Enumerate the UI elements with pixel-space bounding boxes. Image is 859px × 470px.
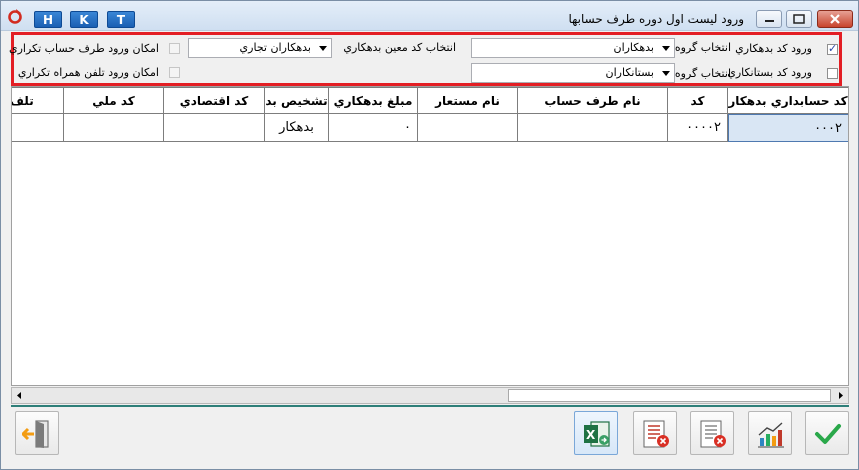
maximize-button[interactable] — [786, 10, 812, 28]
maximize-icon — [793, 14, 805, 24]
filter-panel: ورود کد بدهکاري ورود کد بستانکاري انتخاب… — [8, 32, 842, 86]
specific-code-select[interactable]: بدهکاران تجاري — [188, 38, 332, 58]
column-header-code[interactable]: کد — [668, 87, 728, 114]
excel-icon: X — [584, 421, 610, 447]
cell-debit-amount[interactable]: ۰ — [329, 114, 418, 142]
exit-icon — [22, 420, 49, 448]
bar-chart-icon — [758, 422, 784, 448]
delete-list-icon — [700, 420, 726, 448]
chart-button[interactable] — [748, 411, 792, 455]
scrollbar-thumb[interactable] — [508, 389, 831, 402]
column-header-alias[interactable]: نام مستعار — [418, 87, 518, 114]
group-label-2: انتخاب گروه — [674, 67, 731, 80]
cell-national-code[interactable] — [64, 114, 164, 142]
data-grid[interactable]: کد حسابداري بدهکار کد نام طرف حساب نام م… — [11, 86, 849, 386]
close-icon — [830, 14, 840, 24]
column-header-national-code[interactable]: کد ملي — [64, 87, 164, 114]
chevron-down-icon — [662, 71, 670, 76]
group-select-2[interactable]: بستانکاران — [471, 63, 675, 83]
check-icon — [815, 424, 841, 444]
window-title: ورود ليست اول دوره طرف حسابها — [568, 12, 744, 26]
group-select-1[interactable]: بدهکاران — [471, 38, 675, 58]
app-logo-icon — [8, 9, 22, 24]
creditor-code-label: ورود کد بستانکاري — [727, 66, 812, 79]
delete-list-button-2[interactable] — [690, 411, 734, 455]
column-header-account-name[interactable]: نام طرف حساب — [518, 87, 668, 114]
scroll-left-icon[interactable] — [12, 388, 27, 403]
scroll-right-icon[interactable] — [833, 388, 848, 403]
main-window: H K T ورود ليست اول دوره طرف حسابها ورود… — [0, 0, 859, 470]
debtor-code-label: ورود کد بدهکاري — [735, 42, 812, 55]
h-button[interactable]: H — [34, 11, 62, 28]
close-button[interactable] — [817, 10, 853, 28]
duplicate-phone-checkbox[interactable] — [169, 67, 180, 78]
svg-text:X: X — [586, 428, 596, 442]
horizontal-scrollbar[interactable] — [11, 387, 849, 404]
duplicate-account-label: امکان ورود طرف حساب تکراري — [8, 42, 159, 55]
chevron-down-icon — [662, 46, 670, 51]
cell-account-name[interactable] — [518, 114, 668, 142]
cell-economic-code[interactable] — [164, 114, 265, 142]
cell-code[interactable]: ۰۰۰۰۲ — [668, 114, 728, 142]
duplicate-account-checkbox[interactable] — [169, 43, 180, 54]
group-select-1-value: بدهکاران — [613, 41, 654, 54]
column-header-debit-amount[interactable]: مبلغ بدهکاري — [329, 87, 418, 114]
delete-list-icon — [643, 420, 669, 448]
delete-list-button-1[interactable] — [633, 411, 677, 455]
specific-code-select-value: بدهکاران تجاري — [239, 41, 311, 54]
excel-export-button[interactable]: X — [574, 411, 618, 455]
separator-line — [11, 405, 849, 407]
cell-alias[interactable] — [418, 114, 518, 142]
creditor-code-checkbox[interactable] — [827, 68, 838, 79]
specific-code-label: انتخاب کد معين بدهکاري — [343, 41, 456, 54]
t-button[interactable]: T — [107, 11, 135, 28]
duplicate-phone-label: امکان ورود تلفن همراه تکراري — [17, 66, 159, 79]
minimize-button[interactable] — [756, 10, 782, 28]
group-select-2-value: بستانکاران — [605, 66, 654, 79]
cell-debtor-code[interactable]: ۰۰۰۲ — [728, 114, 848, 142]
column-header-phone[interactable]: تلف — [12, 87, 64, 114]
confirm-button[interactable] — [805, 411, 849, 455]
cell-phone[interactable] — [12, 114, 64, 142]
group-label-1: انتخاب گروه — [674, 41, 731, 54]
column-header-economic-code[interactable]: کد اقتصادي — [164, 87, 265, 114]
column-header-type[interactable]: تشخيص بد — [265, 87, 329, 114]
k-button[interactable]: K — [70, 11, 98, 28]
exit-button[interactable] — [15, 411, 59, 455]
title-bar: H K T ورود ليست اول دوره طرف حسابها — [1, 1, 858, 31]
column-header-debtor-code[interactable]: کد حسابداري بدهکار — [728, 87, 848, 114]
minimize-icon — [765, 20, 774, 22]
debtor-code-checkbox[interactable] — [827, 42, 838, 55]
cell-type[interactable]: بدهکار — [265, 114, 329, 142]
chevron-down-icon — [319, 46, 327, 51]
